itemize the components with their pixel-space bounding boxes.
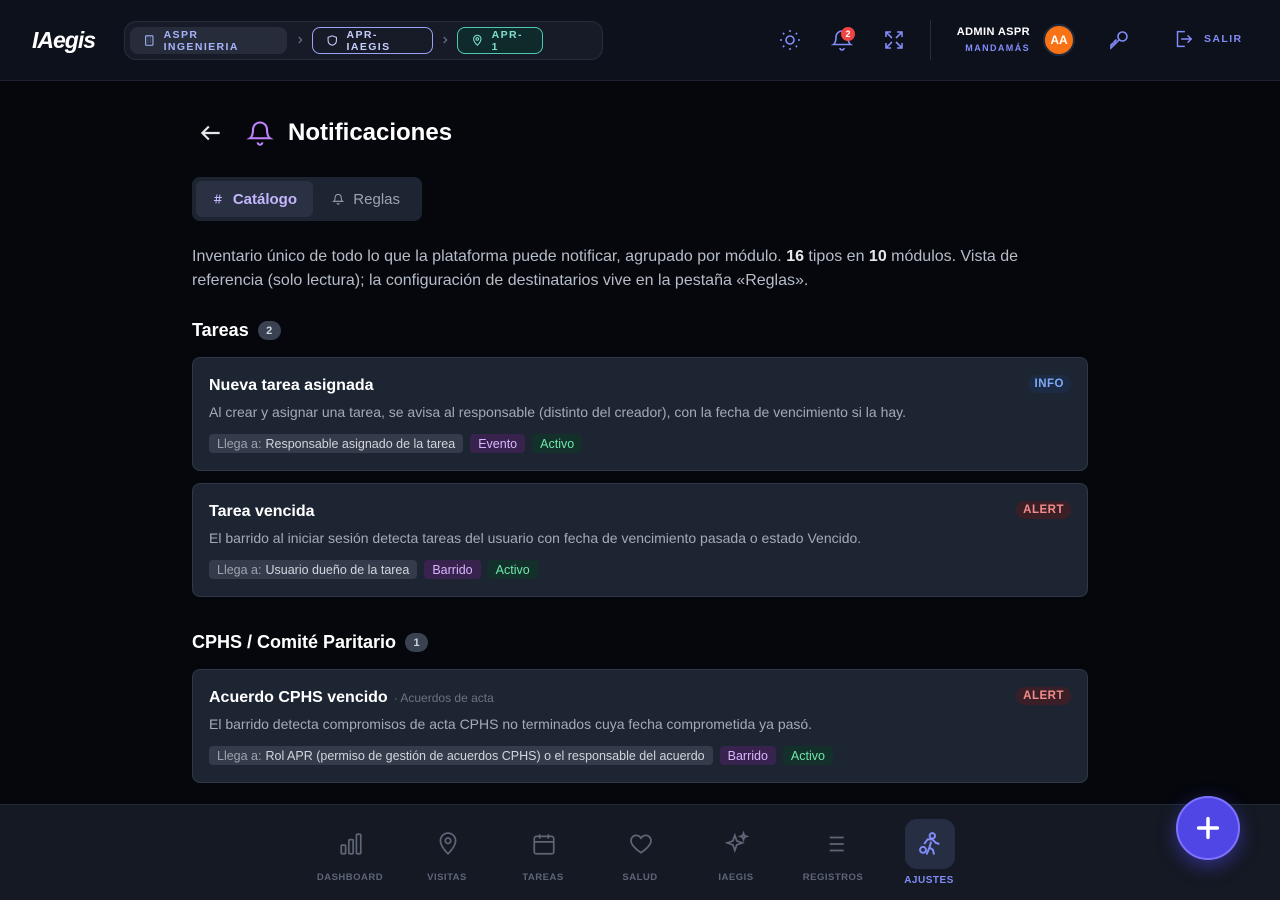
map-pin-icon — [439, 832, 457, 855]
theme-toggle-button[interactable] — [778, 28, 802, 52]
nav-item-tareas[interactable]: TAREAS — [495, 805, 591, 900]
status-badge: Activo — [782, 746, 833, 765]
breadcrumb: ASPR INGENIERIA APR-IAEGIS APR-1 — [124, 21, 603, 60]
modules-count: 10 — [868, 248, 887, 265]
list-icon — [824, 836, 844, 852]
notification-card[interactable]: Tarea vencida ALERT El barrido al inicia… — [192, 483, 1088, 597]
page-title: Notificaciones — [288, 119, 453, 146]
bell-icon — [332, 193, 345, 205]
level-badge: ALERT — [1016, 687, 1071, 705]
card-chips: Llega a: Usuario dueño de la tarea Barrid… — [209, 560, 538, 579]
breadcrumb-company[interactable]: ASPR INGENIERIA — [130, 27, 287, 54]
fullscreen-button[interactable] — [882, 28, 906, 52]
app-logo[interactable]: IAegis — [32, 27, 96, 54]
header-divider — [930, 20, 931, 60]
card-title: Nueva tarea asignada — [209, 377, 374, 394]
map-pin-icon — [473, 34, 482, 46]
kind-chip: Barrido — [424, 560, 481, 579]
shield-icon — [327, 35, 337, 46]
types-count: 16 — [786, 248, 804, 265]
calendar-icon — [533, 834, 555, 855]
avatar[interactable]: AA — [1043, 24, 1075, 56]
section-count: 2 — [257, 321, 281, 340]
nav-item-iaegis[interactable]: IAEGIS — [688, 805, 784, 900]
kind-chip: Evento — [470, 434, 526, 453]
intro-text: Inventario único de todo lo que la plata… — [192, 248, 1019, 289]
logout-button[interactable]: SALIR — [1172, 28, 1243, 50]
sparkles-icon — [724, 831, 750, 854]
status-badge: Activo — [487, 560, 538, 579]
heart-icon — [630, 834, 652, 854]
target-chip: Llega a: Rol APR (permiso de gestión de a… — [209, 746, 713, 765]
tab-catalogo[interactable]: Catálogo — [196, 181, 313, 217]
user-role: MANDAMÁS — [965, 43, 1030, 53]
nav-item-dashboard[interactable]: DASHBOARD — [302, 805, 398, 900]
breadcrumb-project[interactable]: APR-IAEGIS — [312, 27, 433, 54]
add-button[interactable] — [1176, 796, 1240, 860]
user-name: ADMIN ASPR — [956, 26, 1030, 38]
notification-card[interactable]: Nueva tarea asignada INFO Al crear y asi… — [192, 357, 1088, 471]
card-title: Tarea vencida — [209, 503, 315, 520]
arrow-left-icon — [200, 125, 220, 141]
tab-bar: Catálogo Reglas — [192, 177, 422, 221]
chevron-right-icon — [298, 36, 303, 44]
section-title-tareas: Tareas 2 — [192, 320, 281, 341]
back-button[interactable] — [198, 120, 224, 146]
bottom-nav: DASHBOARD VISITAS TAREAS SALUD IAEGIS RE… — [0, 804, 1280, 900]
card-description: El barrido detecta compromisos de acta C… — [209, 716, 813, 732]
nav-item-registros[interactable]: REGISTROS — [785, 805, 881, 900]
plus-icon — [1196, 816, 1220, 840]
breadcrumb-site[interactable]: APR-1 — [457, 27, 543, 54]
sun-icon — [780, 30, 800, 50]
hash-icon — [213, 194, 222, 204]
notification-card[interactable]: Acuerdo CPHS vencido · Acuerdos de acta A… — [192, 669, 1088, 783]
card-subtitle: · Acuerdos de acta — [393, 691, 494, 705]
building-icon — [145, 35, 154, 46]
settings-person-icon — [919, 832, 940, 855]
nav-item-visitas[interactable]: VISITAS — [399, 805, 495, 900]
section-title-cphs: CPHS / Comité Paritario 1 — [192, 632, 429, 653]
nav-item-salud[interactable]: SALUD — [592, 805, 688, 900]
expand-icon — [885, 31, 903, 49]
card-description: Al crear y asignar una tarea, se avisa a… — [209, 404, 906, 420]
bell-icon — [246, 119, 274, 147]
notification-count-badge: 2 — [841, 27, 855, 41]
status-badge: Activo — [532, 434, 583, 453]
card-title: Acuerdo CPHS vencido · Acuerdos de acta — [209, 689, 494, 706]
nav-item-ajustes[interactable]: AJUSTES — [881, 805, 977, 900]
section-count: 1 — [405, 633, 429, 652]
bar-chart-icon — [340, 833, 362, 855]
card-description: El barrido al iniciar sesión detecta tar… — [209, 530, 862, 546]
tab-reglas[interactable]: Reglas — [316, 181, 416, 217]
kind-chip: Barrido — [719, 746, 776, 765]
target-chip: Llega a: Responsable asignado de la tarea — [209, 434, 464, 453]
card-chips: Llega a: Rol APR (permiso de gestión de a… — [209, 746, 833, 765]
target-chip: Llega a: Usuario dueño de la tarea — [209, 560, 418, 579]
top-header: IAegis ASPR INGENIERIA APR-IAEGIS APR-1 … — [0, 0, 1280, 81]
logout-icon — [1176, 30, 1193, 48]
card-chips: Llega a: Responsable asignado de la tarea… — [209, 434, 583, 453]
key-icon — [1110, 31, 1128, 50]
level-badge: INFO — [1027, 375, 1071, 393]
level-badge: ALERT — [1016, 501, 1071, 519]
chevron-right-icon — [443, 36, 448, 44]
change-password-button[interactable] — [1107, 28, 1131, 52]
